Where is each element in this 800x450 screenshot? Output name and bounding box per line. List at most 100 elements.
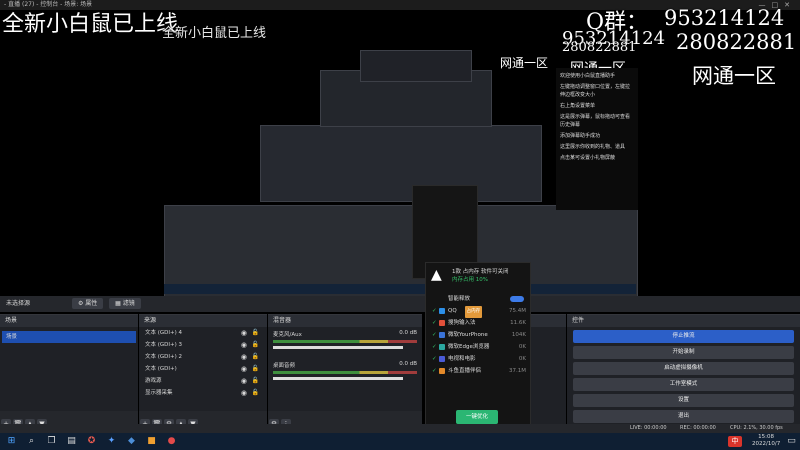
volume-meter — [273, 340, 417, 343]
settings-button[interactable]: 设置 — [573, 394, 794, 407]
search-icon[interactable]: ⌕ — [26, 436, 37, 447]
exit-button[interactable]: 退出 — [573, 410, 794, 423]
clock[interactable]: 15:08 2022/10/7 — [752, 434, 780, 448]
csgo-icon[interactable]: ✪ — [86, 436, 97, 447]
nested-preview-4 — [360, 50, 472, 82]
lock-icon[interactable]: 🔓 — [252, 375, 259, 387]
scene-item[interactable]: 场景 — [2, 331, 136, 343]
source-row[interactable]: 文本 (GDI+) 2 ◉ 🔓 — [139, 351, 267, 363]
note-line: 这是展示弹幕，鼠标拖动可查看历史弹幕 — [560, 114, 631, 128]
close-icon[interactable]: ✕ — [784, 1, 796, 9]
volume-slider[interactable] — [273, 377, 403, 380]
one-click-optimize-button[interactable]: 一键优化 — [456, 410, 498, 424]
lock-icon[interactable]: 🔓 — [252, 387, 259, 399]
studio-mode-button[interactable]: 工作室模式 — [573, 378, 794, 391]
scenes-footer: +🗑▲▼ — [0, 411, 138, 429]
source-row[interactable]: 显示器采集 ◉ 🔓 — [139, 387, 267, 399]
smart-release-toggle[interactable] — [510, 296, 524, 302]
note-line: 点击某可设置小礼物屏蔽 — [560, 155, 616, 161]
lock-icon[interactable]: 🔓 — [252, 327, 259, 339]
channel-level: 0.0 dB — [399, 361, 417, 367]
check-icon[interactable]: ✓ — [432, 305, 437, 317]
stop-streaming-button[interactable]: 停止推流 — [573, 330, 794, 343]
lock-icon[interactable]: 🔓 — [252, 351, 259, 363]
sources-title: 来源 — [139, 315, 267, 327]
no-source-label: 未选择源 — [6, 300, 31, 307]
source-row[interactable]: 文本 (GDI+) ◉ 🔓 — [139, 363, 267, 375]
source-row[interactable]: 文本 (GDI+) 4 ◉ 🔓 — [139, 327, 267, 339]
status-bar: LIVE: 00:00:00 REC: 00:00:00 CPU: 2.1%, … — [0, 424, 800, 433]
mixer-channel: 麦克风/Aux 0.0 dB — [268, 327, 422, 352]
app-row[interactable]: ✓ 搜狗输入法 11.6K — [426, 317, 530, 329]
source-toolbar: 未选择源 ⚙ 属性 ▦ 滤镜 — [0, 296, 800, 312]
scenes-title: 场景 — [0, 315, 138, 327]
channel-name: 桌面音频 — [273, 363, 296, 369]
obs-icon[interactable]: ● — [166, 436, 177, 447]
check-icon[interactable]: ✓ — [432, 317, 437, 329]
vscode-icon[interactable]: ◆ — [126, 436, 137, 447]
properties-button[interactable]: ⚙ 属性 — [71, 298, 104, 309]
eye-icon[interactable]: ◉ — [241, 375, 247, 387]
scenes-dock: 场景 场景 +🗑▲▼ — [0, 314, 138, 429]
source-row[interactable]: 文本 (GDI+) 3 ◉ 🔓 — [139, 339, 267, 351]
start-recording-button[interactable]: 开始录制 — [573, 346, 794, 359]
mixer-channel: 桌面音频 0.0 dB — [268, 358, 422, 383]
app-row[interactable]: ✓ 斗鱼直播伴侣 37.1M — [426, 365, 530, 377]
windows-taskbar: ⊞ ⌕ ❐ ▤ ✪ ✦ ◆ ■ ● 中 15:08 2022/10/7 ▭ — [0, 433, 800, 450]
check-icon[interactable]: ✓ — [432, 365, 437, 377]
clock-time: 15:08 — [758, 434, 775, 440]
popup-header: ▲ 1款 占内存 软件可关闭 内存占用 10% — [426, 263, 530, 293]
app-icon — [439, 356, 445, 362]
check-icon[interactable]: ✓ — [432, 341, 437, 353]
app-row[interactable]: ✓ QQ 占内存 75.4M — [426, 305, 530, 318]
channel-name: 麦克风/Aux — [273, 332, 302, 338]
overlay-slogan: 全新小白鼠已上线 — [2, 12, 179, 37]
app-row[interactable]: ✓ 电视和电影 0K — [426, 353, 530, 365]
app-row[interactable]: ✓ 微软YourPhone 104K — [426, 329, 530, 341]
rec-timer: REC: 00:00:00 — [680, 425, 716, 431]
overlay-region: 网通一区 — [692, 64, 776, 88]
note-line: 添加弹幕助手成功 — [560, 133, 601, 139]
controls-title: 控件 — [567, 315, 800, 327]
eye-icon[interactable]: ◉ — [241, 363, 247, 375]
note-line: 欢迎使用小白鼠直播助手 — [560, 73, 616, 79]
cpu-fps: CPU: 2.1%, 30.00 fps — [730, 425, 783, 431]
app-icon — [439, 332, 445, 338]
task-view-icon[interactable]: ❐ — [46, 436, 57, 447]
sources-footer: +🗑⚙▲▼ — [139, 411, 267, 429]
sources-dock: 来源 文本 (GDI+) 4 ◉ 🔓 文本 (GDI+) 3 ◉ 🔓 文本 (GDI+)… — [139, 314, 267, 429]
eye-icon[interactable]: ◉ — [241, 351, 247, 363]
eye-icon[interactable]: ◉ — [241, 339, 247, 351]
transitions-dock — [530, 314, 566, 425]
controls-dock: 控件 停止推流 开始录制 启动虚拟摄像机 工作室模式 设置 退出 — [567, 314, 800, 425]
note-line: 左键拖动调整窗口位置，左键拉伸边框改变大小 — [560, 84, 631, 98]
check-icon[interactable]: ✓ — [432, 329, 437, 341]
memory-cleaner-popup: ▲ 1款 占内存 软件可关闭 内存占用 10% 智能释放 ✓ QQ 占内存 75.4M… — [425, 262, 531, 434]
filters-button[interactable]: ▦ 滤镜 — [109, 298, 141, 309]
lock-icon[interactable]: 🔓 — [252, 339, 259, 351]
overlay-qq-number: 953214124 — [664, 6, 785, 30]
file-explorer-icon[interactable]: ▤ — [66, 436, 77, 447]
danmaku-notes-panel: 欢迎使用小白鼠直播助手 左键拖动调整窗口位置，左键拉伸边框改变大小 右上角设置菜… — [556, 68, 638, 210]
windows-start-icon[interactable]: ⊞ — [6, 436, 17, 447]
source-row[interactable]: 游戏源 ◉ 🔓 — [139, 375, 267, 387]
app-icon — [439, 308, 445, 314]
app-icon[interactable]: ✦ — [106, 436, 117, 447]
note-line: 这里展示你收到的礼物、道具 — [560, 144, 626, 150]
eye-icon[interactable]: ◉ — [241, 327, 247, 339]
app-row[interactable]: ✓ 微软Edge浏览器 0K — [426, 341, 530, 353]
volume-meter — [273, 371, 417, 374]
start-virtual-camera-button[interactable]: 启动虚拟摄像机 — [573, 362, 794, 375]
lock-icon[interactable]: 🔓 — [252, 363, 259, 375]
overlay-qq-number-2: 280822881 — [676, 30, 797, 54]
app-icon — [439, 344, 445, 350]
notification-icon[interactable]: ▭ — [786, 436, 797, 447]
volume-slider[interactable] — [273, 346, 403, 349]
overlay-slogan-echo: 全新小白鼠已上线 — [162, 26, 267, 41]
app-icon[interactable]: ■ — [146, 436, 157, 447]
live-timer: LIVE: 00:00:00 — [630, 425, 667, 431]
ime-icon[interactable]: 中 — [728, 436, 742, 447]
clock-date: 2022/10/7 — [752, 441, 781, 447]
check-icon[interactable]: ✓ — [432, 353, 437, 365]
eye-icon[interactable]: ◉ — [241, 387, 247, 399]
